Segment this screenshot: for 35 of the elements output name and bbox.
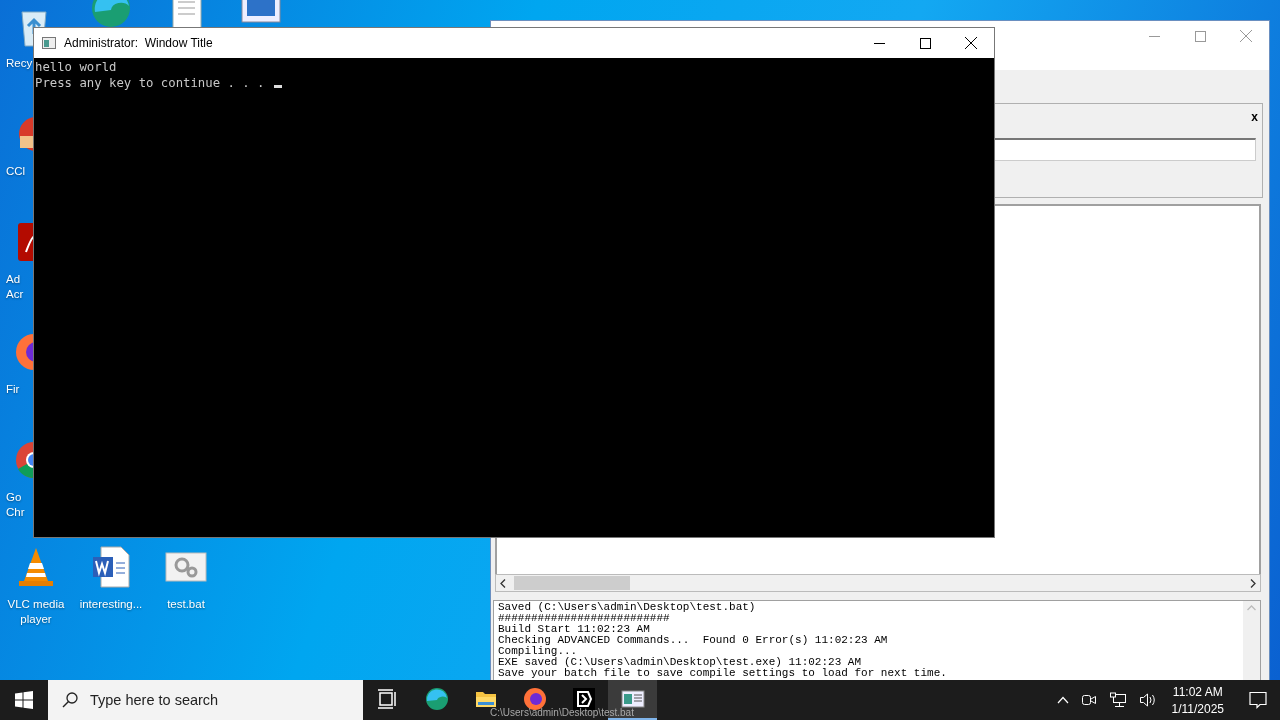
maximize-icon — [1194, 30, 1206, 42]
window-title: Administrator: Window Title — [64, 36, 214, 50]
file-path-text: C:\Users\admin\Desktop\test.bat — [490, 707, 634, 718]
windows-logo-icon — [15, 691, 33, 709]
log-line: Build Start 11:02:23 AM — [498, 624, 650, 636]
icon-label[interactable]: VLC media player — [7, 597, 65, 627]
icon-label[interactable]: interesting... — [79, 597, 143, 612]
close-icon — [965, 37, 977, 49]
log-line: Compiling... — [498, 646, 578, 658]
icon-label[interactable]: Ad Acr — [0, 272, 24, 302]
close-icon — [1240, 30, 1252, 42]
log-line: Saved (C:\Users\admin\Desktop\test.bat) — [498, 602, 757, 614]
cursor — [273, 85, 282, 88]
icon-label[interactable]: Recy — [0, 56, 33, 71]
search-icon — [62, 692, 78, 708]
speech-bubble-icon — [1249, 691, 1267, 709]
log-line: ########################## — [498, 613, 671, 625]
input-field[interactable] — [994, 138, 1256, 162]
icon-label[interactable]: Go Chr — [0, 490, 25, 520]
search-field[interactable]: Type here to search — [88, 691, 312, 709]
log-line: EXE saved (C:\Users\admin\Desktop\test.exe) 11:02:23 AM — [498, 657, 862, 669]
icon-label[interactable]: CCl — [0, 164, 26, 179]
log-line: Save your batch file to save compile settings to load for next time. — [498, 668, 948, 680]
window-icon — [42, 37, 56, 49]
icon-label[interactable]: Fir — [0, 382, 20, 397]
console-line: Press any key to continue . . . — [35, 75, 266, 91]
edge-icon — [424, 687, 449, 711]
maximize-icon — [919, 37, 931, 49]
log-line: Checking ADVANCED Commands... Found 0 Error(s) 11:02:23 AM — [498, 635, 889, 647]
close-button[interactable]: x — [1247, 108, 1262, 127]
scrollbar[interactable] — [495, 574, 1261, 593]
icon-label[interactable]: test.bat — [167, 597, 205, 612]
console-line: hello world — [35, 59, 117, 75]
clock[interactable]: 11:02 AM 1/11/2025 — [1165, 684, 1230, 716]
search-box[interactable]: Type here to search — [48, 680, 363, 720]
